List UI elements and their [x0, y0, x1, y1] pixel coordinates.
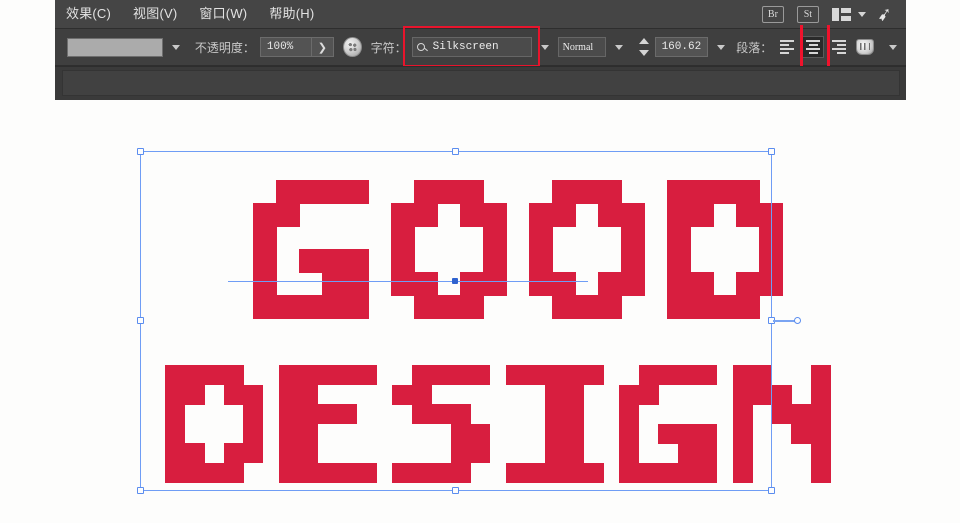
rotation-handle[interactable] — [794, 317, 801, 324]
font-family-control[interactable]: Silkscreen — [402, 26, 558, 67]
pixel-block — [810, 365, 831, 386]
stock-icon[interactable]: St — [796, 5, 819, 23]
align-left-button[interactable] — [780, 36, 802, 58]
font-family-input[interactable]: Silkscreen — [411, 37, 532, 57]
tool-preset-swatch[interactable] — [67, 37, 163, 57]
opacity-more-button[interactable]: ❯ — [311, 37, 334, 57]
search-icon — [416, 43, 425, 51]
pixel-block — [810, 384, 831, 405]
align-right-button[interactable] — [824, 36, 847, 58]
canvas-area[interactable]: 飞特网 FEVTE.COM — [0, 100, 960, 523]
size-stepper[interactable] — [639, 38, 650, 56]
menu-effects[interactable]: 效果(C) — [55, 0, 122, 28]
handle-top-right[interactable] — [768, 148, 775, 155]
anti-alias-icon[interactable] — [342, 37, 362, 57]
handle-middle-left[interactable] — [137, 317, 144, 324]
menu-view[interactable]: 视图(V) — [122, 0, 188, 28]
opacity-label: 不透明度： — [194, 40, 255, 55]
paragraph-panel-chevron-down-icon[interactable] — [889, 44, 897, 50]
pixel-block — [791, 404, 812, 425]
pixel-block — [810, 404, 831, 425]
menu-window[interactable]: 窗口(W) — [188, 0, 258, 28]
font-family-chevron-down-icon[interactable] — [540, 44, 549, 50]
photoshop-toolbar: 效果(C) 视图(V) 窗口(W) 帮助(H) Br St ➹ 不透明度： 10… — [55, 0, 906, 100]
pixel-block — [810, 443, 831, 464]
paragraph-panel-icon[interactable] — [856, 39, 874, 55]
pixel-block — [810, 462, 831, 483]
align-center-button[interactable] — [802, 36, 825, 58]
character-label: 字符： — [370, 40, 407, 55]
chevron-down-icon[interactable] — [857, 11, 866, 17]
document-tab-strip — [55, 66, 906, 100]
opacity-input[interactable]: 100% — [259, 37, 312, 57]
font-style-input[interactable]: Normal — [557, 37, 607, 57]
handle-bottom-center[interactable] — [452, 487, 459, 494]
menu-help[interactable]: 帮助(H) — [258, 0, 325, 28]
menu-bar: 效果(C) 视图(V) 窗口(W) 帮助(H) Br St ➹ — [55, 0, 906, 28]
transform-selection-box[interactable] — [137, 148, 801, 494]
font-size-input[interactable]: 160.62 — [654, 37, 709, 57]
workspace-layout-icon — [831, 7, 852, 22]
preset-chevron-down-icon[interactable] — [171, 44, 180, 50]
document-tab-strip-inner — [62, 70, 900, 96]
pixel-block — [810, 423, 831, 444]
bridge-icon[interactable]: Br — [761, 5, 784, 23]
handle-top-left[interactable] — [137, 148, 144, 155]
pixel-block — [791, 423, 812, 444]
options-bar: 不透明度： 100% ❯ 字符： Silkscreen Normal 160.6… — [55, 25, 906, 67]
pixel-block — [771, 384, 792, 405]
font-style-chevron-down-icon[interactable] — [615, 44, 624, 50]
handle-top-center[interactable] — [452, 148, 459, 155]
screenshot-root: 效果(C) 视图(V) 窗口(W) 帮助(H) Br St ➹ 不透明度： 10… — [0, 0, 960, 523]
font-size-chevron-down-icon[interactable] — [717, 44, 726, 50]
pixel-block — [771, 404, 792, 425]
handle-bottom-right[interactable] — [768, 487, 775, 494]
paragraph-label: 段落： — [736, 40, 773, 55]
handle-bottom-left[interactable] — [137, 487, 144, 494]
share-rocket-icon[interactable]: ➹ — [875, 3, 893, 25]
paragraph-align-group — [780, 25, 847, 66]
workspace-layout-button[interactable] — [831, 7, 874, 22]
